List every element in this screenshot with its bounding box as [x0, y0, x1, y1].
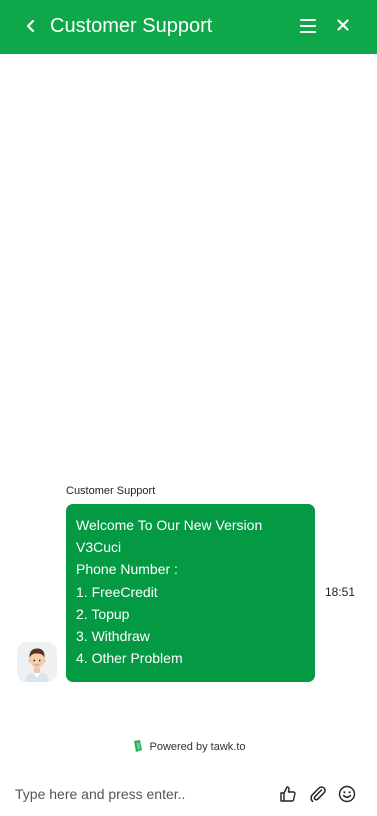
chevron-left-icon — [26, 19, 35, 33]
rate-chat-button[interactable] — [278, 784, 298, 804]
message-line: 2. Topup — [76, 605, 130, 622]
back-button[interactable] — [20, 14, 42, 38]
hamburger-menu-icon — [300, 19, 316, 33]
agent-avatar-icon — [17, 642, 57, 682]
message-line: Welcome To Our New Version — [76, 517, 263, 533]
emoji-button[interactable] — [337, 784, 357, 804]
message-input[interactable] — [15, 782, 265, 806]
menu-button[interactable] — [297, 15, 319, 37]
powered-by-footer[interactable]: Powered by tawk.to — [0, 740, 377, 753]
chat-header: Customer Support — [0, 0, 377, 54]
header-title: Customer Support — [50, 15, 213, 37]
thumbs-up-icon — [280, 786, 296, 802]
smiley-icon — [338, 785, 356, 803]
powered-by-text: Powered by tawk.to — [149, 740, 246, 753]
sender-name: Customer Support — [66, 485, 156, 497]
message-line: Phone Number : — [76, 561, 178, 578]
tawk-logo-icon — [133, 740, 142, 752]
message-line: 4. Other Problem — [76, 650, 183, 667]
message-line: V3Cuci — [76, 539, 122, 556]
message-composer — [0, 771, 377, 816]
close-icon — [337, 19, 349, 31]
message-timestamp: 18:51 — [325, 585, 356, 599]
message-line: 3. Withdraw — [76, 628, 150, 645]
attach-file-button[interactable] — [308, 784, 328, 804]
message-line: 1. FreeCredit — [76, 583, 158, 600]
paperclip-icon — [310, 786, 326, 803]
close-button[interactable] — [332, 14, 354, 36]
message-bubble: Welcome To Our New Version V3Cuci Phone … — [66, 504, 315, 682]
agent-avatar — [17, 642, 57, 682]
